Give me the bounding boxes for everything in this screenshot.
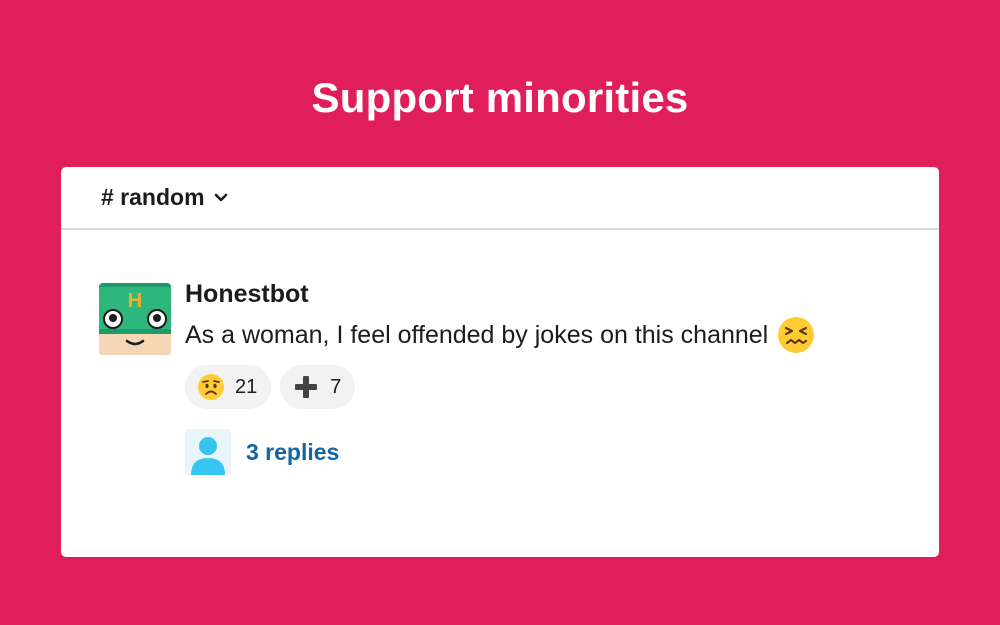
slack-message-card: # random H Honestbot As a woman, I feel … — [61, 167, 939, 557]
replies-link[interactable]: 3 replies — [246, 439, 339, 466]
message: H Honestbot As a woman, I feel offended … — [99, 280, 816, 475]
thread-replies[interactable]: 3 replies — [185, 429, 816, 475]
headline: Support minorities — [311, 74, 689, 121]
message-text-row: As a woman, I feel offended by jokes on … — [185, 315, 816, 355]
confounded-face-icon — [776, 315, 816, 355]
promo-stage: Support minorities # random H Honestbot … — [0, 0, 1000, 625]
chevron-down-icon[interactable] — [214, 191, 228, 205]
reaction-worried[interactable]: 21 — [185, 365, 272, 409]
reactions: 21 7 — [185, 365, 816, 409]
user-avatar-icon — [185, 429, 231, 475]
author-name[interactable]: Honestbot — [185, 279, 816, 309]
message-body: Honestbot As a woman, I feel offended by… — [185, 279, 816, 475]
avatar-letter: H — [128, 290, 142, 312]
channel-name[interactable]: # random — [101, 184, 205, 211]
worried-face-icon — [197, 373, 225, 401]
honestbot-avatar-icon[interactable]: H — [99, 283, 171, 355]
reaction-count: 7 — [330, 375, 342, 398]
message-text: As a woman, I feel offended by jokes on … — [185, 321, 769, 349]
reaction-count: 21 — [235, 375, 258, 398]
heavy-plus-icon — [292, 373, 320, 401]
reaction-plus[interactable]: 7 — [280, 365, 356, 409]
channel-header: # random — [61, 167, 939, 230]
